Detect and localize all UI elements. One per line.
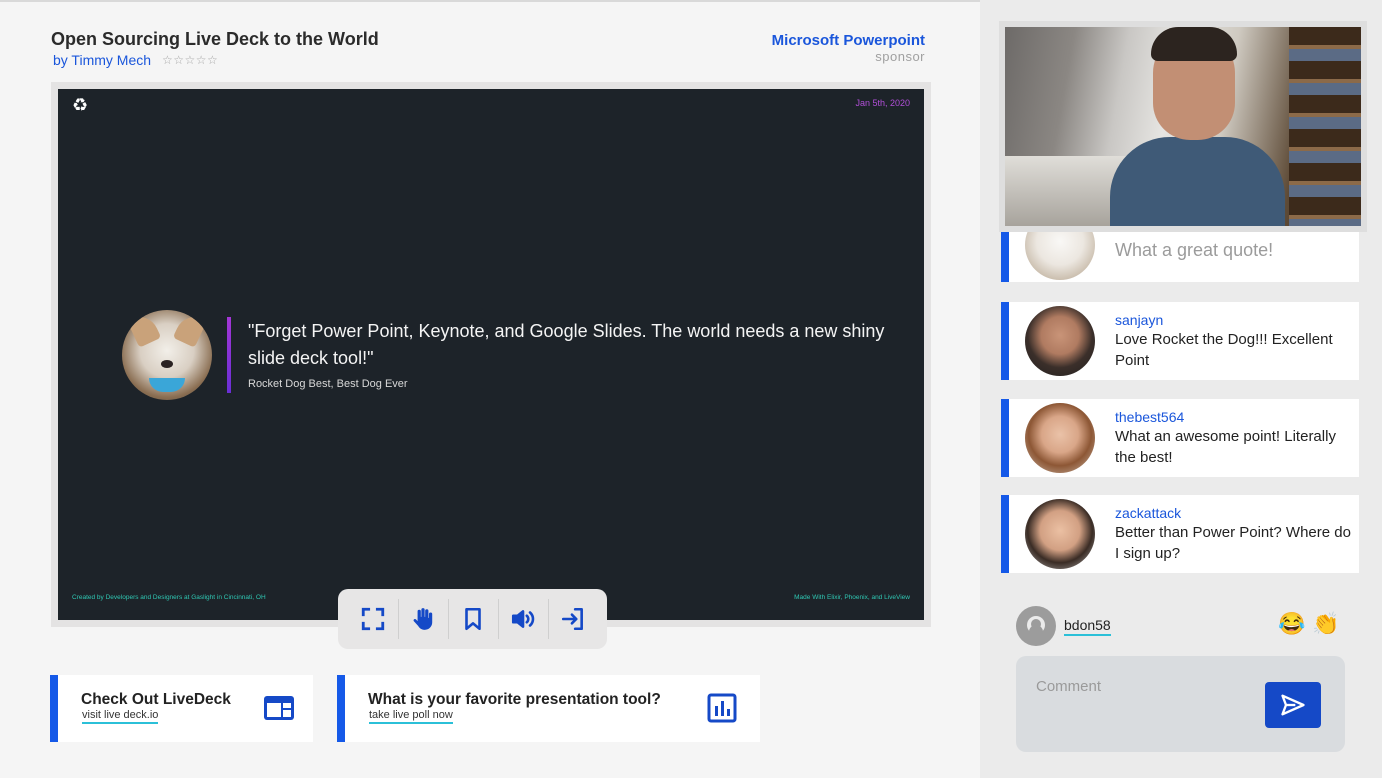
exit-icon [561,607,583,631]
chat-username[interactable]: thebest564 [1115,409,1184,425]
slide-frame: ♻ Jan 5th, 2020 "Forget Power Point, Key… [51,82,931,627]
presentation-title: Open Sourcing Live Deck to the World [51,29,379,49]
quote-accent-bar [227,317,231,393]
bookmark-button[interactable] [447,599,498,639]
avatar [1025,232,1095,280]
volume-icon [511,610,535,628]
raise-hand-icon [413,608,433,630]
cta-title: Check Out LiveDeck [81,691,231,708]
user-avatar-icon [1016,606,1056,646]
poll-chart-icon [707,693,737,723]
chat-message-text: What an awesome point! Literally the bes… [1115,428,1336,466]
send-button[interactable] [1265,682,1321,728]
sponsor-label: sponsor [875,49,925,64]
slide-quote-author: Rocket Dog Best, Best Dog Ever [248,378,408,390]
chat-username[interactable]: sanjayn [1115,312,1163,328]
bookmark-icon [465,607,481,631]
cta-link[interactable]: take live poll now [369,709,453,724]
presenter-link[interactable]: by Timmy Mech [53,52,151,68]
laughing-emoji-button[interactable]: 😂 [1278,611,1305,637]
chat-message: sanjayn Love Rocket the Dog!!! Excellent… [1001,302,1359,380]
slide-date: Jan 5th, 2020 [855,98,910,108]
presenter-byline: by Timmy Mech ☆☆☆☆☆ [53,52,218,68]
presentation-area: Open Sourcing Live Deck to the World by … [0,0,980,778]
recycle-logo-icon: ♻ [72,95,89,115]
comment-input[interactable] [1016,656,1256,702]
quote-author-avatar [122,310,212,400]
current-username[interactable]: bdon58 [1064,617,1111,636]
exit-button[interactable] [547,599,598,639]
comment-composer [1016,656,1345,752]
website-icon [264,696,294,720]
avatar [1025,403,1095,473]
slide: ♻ Jan 5th, 2020 "Forget Power Point, Key… [58,89,924,620]
chat-panel: What a great quote! sanjayn Love Rocket … [980,0,1382,778]
raise-hand-button[interactable] [397,599,448,639]
clapping-emoji-button[interactable]: 👏 [1312,611,1339,637]
volume-button[interactable] [497,599,548,639]
chat-username[interactable]: zackattack [1115,505,1181,521]
presenter-video[interactable] [999,21,1367,232]
chat-message-text: What a great quote! [1115,240,1274,260]
chat-message: What a great quote! [1001,232,1359,282]
chat-message-text: Better than Power Point? Where do I sign… [1115,524,1351,562]
send-icon [1281,694,1305,716]
chat-message: zackattack Better than Power Point? Wher… [1001,495,1359,573]
cta-livedeck[interactable]: Check Out LiveDeck visit live deck.io [50,675,313,742]
chat-message: thebest564 What an awesome point! Litera… [1001,399,1359,477]
cta-poll[interactable]: What is your favorite presentation tool?… [337,675,760,742]
fullscreen-button[interactable] [348,599,398,639]
cta-link[interactable]: visit live deck.io [82,709,159,724]
rating-stars[interactable]: ☆☆☆☆☆ [162,53,218,67]
current-user: bdon58 [1016,606,1111,646]
avatar [1025,306,1095,376]
fullscreen-icon [361,607,384,631]
slide-footer-left: Created by Developers and Designers at G… [72,594,266,601]
sponsor-link[interactable]: Microsoft Powerpoint [772,32,925,49]
slide-quote: "Forget Power Point, Keynote, and Google… [248,321,885,368]
presentation-controls [338,589,607,649]
chat-message-text: Love Rocket the Dog!!! Excellent Point [1115,331,1333,369]
presenter-video-feed [1005,27,1361,226]
slide-footer-right: Made With Elixir, Phoenix, and LiveView [794,594,910,601]
cta-title: What is your favorite presentation tool? [368,691,661,708]
avatar [1025,499,1095,569]
